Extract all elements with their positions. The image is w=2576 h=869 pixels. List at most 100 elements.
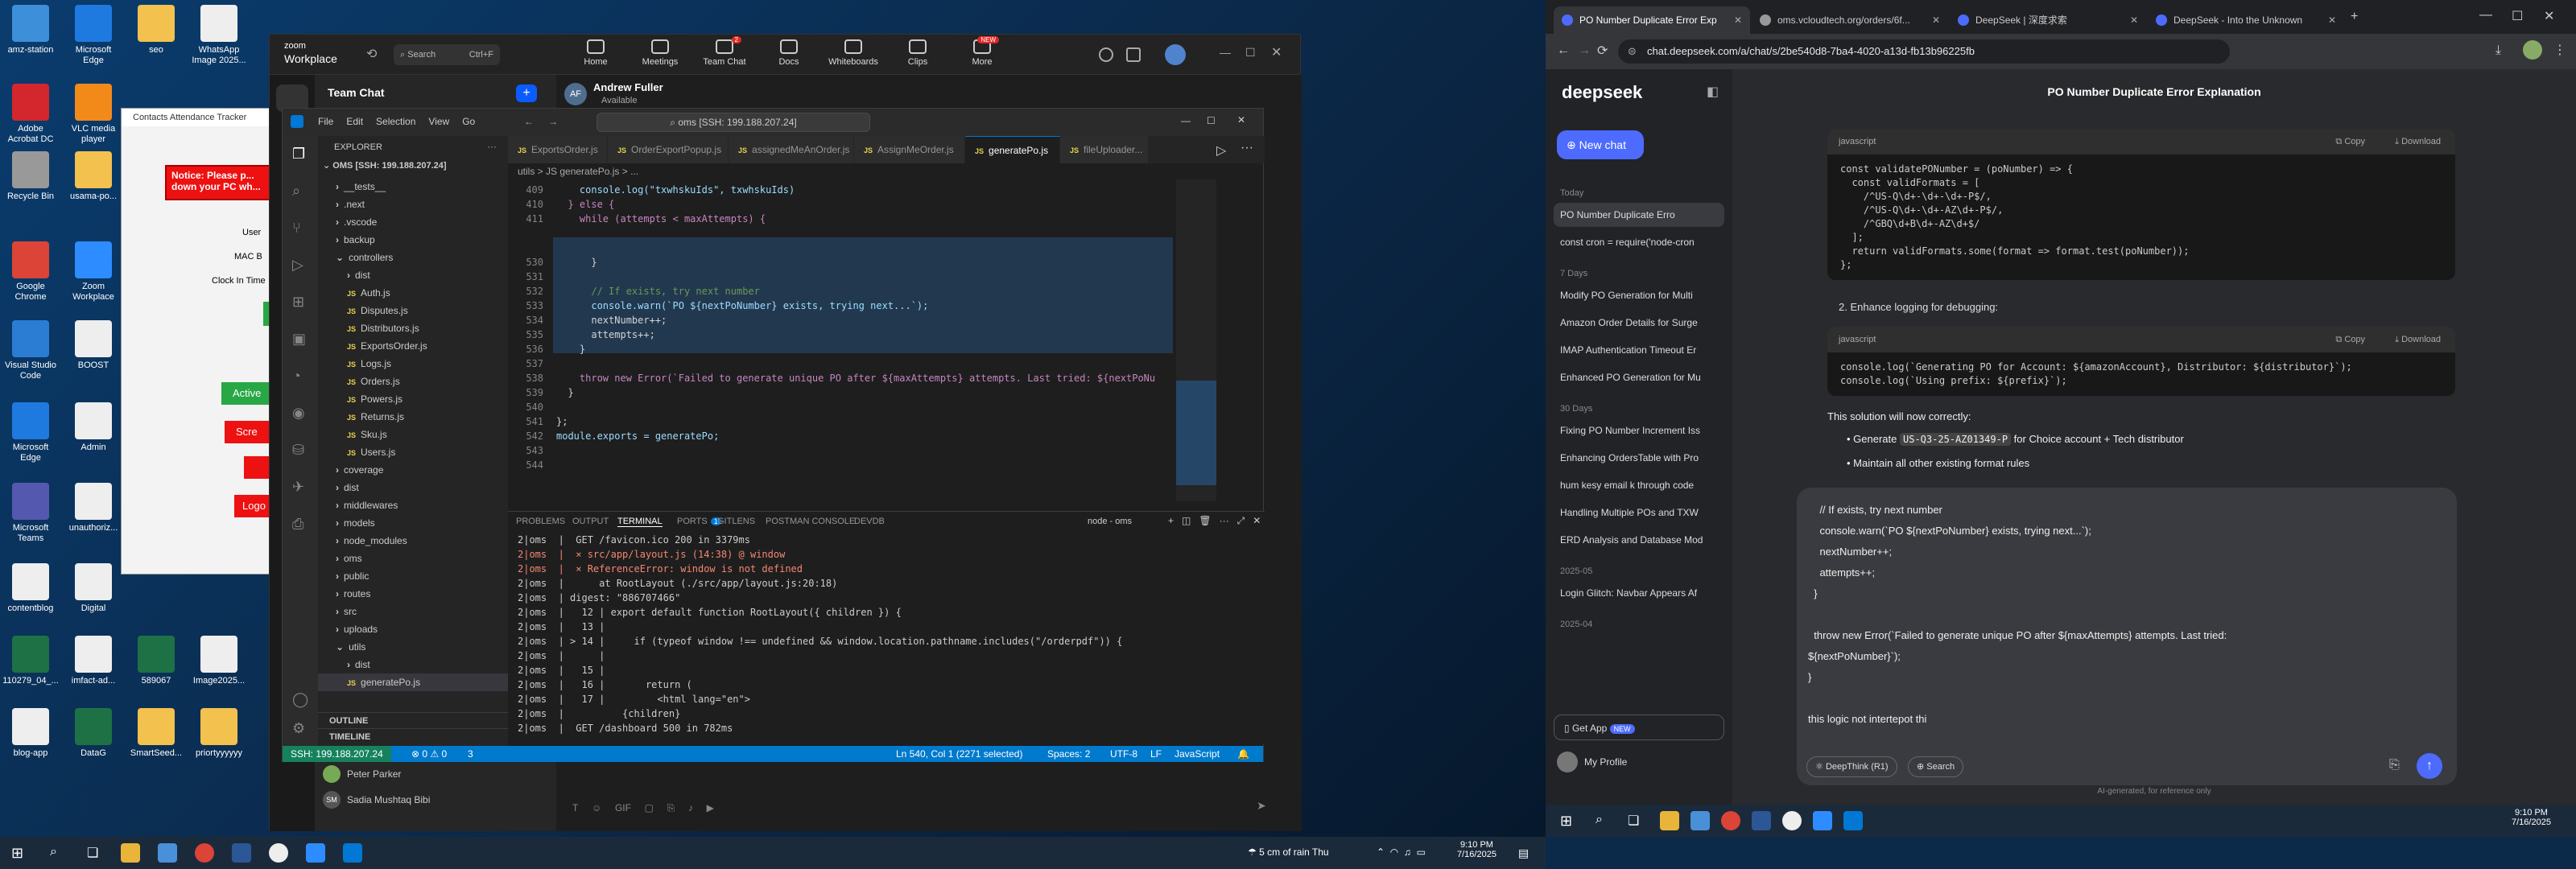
terminal-name[interactable]: node - oms [1088,517,1132,526]
desktop-icon[interactable]: Zoom Workplace [64,241,122,303]
copy-button[interactable]: ⧉ Copy [2335,129,2365,154]
folder-item[interactable]: ⌄ utils [318,638,508,656]
address-bar[interactable]: ⊜ chat.deepseek.com/a/chat/s/2be540d8-7b… [1618,39,2230,64]
clock[interactable]: 9:10 PM 7/16/2025 [1457,840,1496,859]
history-item[interactable]: Modify PO Generation for Multi [1554,283,1724,307]
text-format-icon[interactable]: T [572,802,578,813]
panel-tab-devdb[interactable]: DEVDB [854,517,885,526]
ports-count[interactable]: 3 [468,746,473,762]
profile-avatar[interactable] [2523,40,2542,60]
folder-item[interactable]: › .next [318,196,508,213]
desktop-icon[interactable]: VLC media player [64,84,122,145]
account-icon[interactable]: ◯ [292,691,308,708]
profile-avatar[interactable] [1557,752,1578,772]
search-toggle[interactable]: ⊕ Search [1908,756,1964,777]
folder-item[interactable]: › routes [318,585,508,603]
download-icon[interactable]: ⤓ [2496,43,2501,58]
browser-tab[interactable]: oms.vcloudtech.org/orders/6f... ✕ [1752,6,1948,34]
panel-tab-terminal[interactable]: TERMINAL [617,517,663,527]
file-item[interactable]: JS generatePo.js [318,673,508,691]
site-info-icon[interactable]: ⊜ [1628,39,1637,64]
battery-icon[interactable]: ▭ [1417,846,1426,858]
start-icon[interactable]: ⊞ [11,845,23,862]
outline-section[interactable]: OUTLINE [318,712,508,728]
gif-button[interactable]: GIF [615,802,631,813]
task-view-icon[interactable]: ❏ [87,845,98,861]
zoom-avatar[interactable] [1165,44,1186,65]
desktop-icon[interactable]: usama-po... [64,151,122,202]
chevron-up-icon[interactable]: ⌃ [1377,846,1385,858]
desktop-icon[interactable]: BOOST [64,320,122,371]
history-item[interactable]: hum kesy email k through code [1554,473,1724,497]
desktop-icon[interactable]: Microsoft Edge [64,5,122,66]
zoom-nav-team-chat[interactable]: Team Chat 2 [696,36,753,67]
copy-button[interactable]: ⧉ Copy [2335,327,2365,352]
maximize-icon[interactable]: ☐ [2512,8,2523,24]
history-item[interactable]: const cron = require('node-cron [1554,230,1724,254]
browser-tab[interactable]: DeepSeek - Into the Unknown ✕ [2148,6,2344,34]
breadcrumb[interactable]: utils > JS generatePo.js > ... [508,163,1265,179]
desktop-icon[interactable]: SmartSeed... [127,708,185,759]
minimize-icon[interactable]: — [1220,46,1231,59]
attach-icon[interactable]: ⎘ [2389,758,2400,772]
download-button[interactable]: ⤓ Download [2395,129,2441,154]
postman-icon[interactable]: ✈ [292,479,304,496]
folder-item[interactable]: › dist [318,266,508,284]
start-icon[interactable]: ⊞ [1560,813,1572,830]
desktop-icon[interactable]: unauthoriz... [64,483,122,533]
search-icon[interactable]: ⌕ [292,183,300,200]
file-item[interactable]: JS Distributors.js [318,319,508,337]
encoding[interactable]: UTF-8 [1110,746,1137,762]
indentation[interactable]: Spaces: 2 [1047,746,1090,762]
eol[interactable]: LF [1150,746,1162,762]
minimap-viewport[interactable] [1176,381,1216,485]
desktop-icon[interactable]: Microsoft Teams [2,483,60,544]
nav-back-icon[interactable]: ← [524,116,534,127]
folder-item[interactable]: › middlewares [318,496,508,514]
cursor-position[interactable]: Ln 540, Col 1 (2271 selected) [896,746,1022,762]
file-item[interactable]: JS Orders.js [318,373,508,390]
contact-name[interactable]: Andrew Fuller [593,81,663,93]
close-icon[interactable]: ✕ [2130,6,2138,34]
terminal-output[interactable]: 2|oms | GET /favicon.ico 200 in 3379ms 2|… [508,533,1265,742]
new-chat-button[interactable]: ⊕ New chat [1557,130,1644,159]
store-icon[interactable] [158,843,177,863]
maximize-panel-icon[interactable]: ⤢ [1237,515,1245,526]
desktop-icon[interactable]: contentblog [2,563,60,614]
folder-item[interactable]: › node_modules [318,532,508,550]
emoji-icon[interactable]: ☺ [592,802,601,813]
search-icon[interactable]: ⌕ [1596,813,1603,827]
close-icon[interactable]: ✕ [2544,8,2554,24]
file-explorer-icon[interactable] [121,843,140,863]
menu-selection[interactable]: Selection [376,116,415,127]
file-item[interactable]: JS Users.js [318,443,508,461]
explorer-icon[interactable]: ❐ [292,146,305,163]
explorer-root[interactable]: ⌄ OMS [SSH: 199.188.207.24] [323,160,447,171]
editor-tab[interactable]: JS generatePo.js [965,136,1060,163]
folder-item[interactable]: › uploads [318,620,508,638]
zoom-screen-icon[interactable] [1126,47,1141,62]
folder-item[interactable]: › .vscode [318,213,508,231]
maximize-icon[interactable]: ☐ [1207,115,1216,126]
store-icon[interactable] [1690,811,1710,830]
minimap[interactable] [1176,179,1216,501]
desktop-icon[interactable]: seo [127,5,185,56]
more-icon[interactable]: ··· [1241,141,1253,155]
app-icon[interactable] [1782,811,1802,830]
panel-tab-ports[interactable]: PORTS 1 [677,517,721,526]
run-debug-icon[interactable]: ▷ [292,257,303,274]
close-icon[interactable]: ✕ [1271,44,1282,60]
folder-item[interactable]: › public [318,567,508,585]
reload-icon[interactable]: ⟳ [1597,43,1608,59]
problems-count[interactable]: ⊗ 0 ⚠ 0 [411,746,447,762]
close-icon[interactable]: ✕ [1253,515,1261,526]
zoom-nav-more[interactable]: More NEW [954,36,1010,67]
history-item[interactable]: ERD Analysis and Database Mod [1554,528,1724,552]
folder-item[interactable]: › __tests__ [318,178,508,196]
search-icon[interactable]: ⌕ [50,845,57,859]
minimize-icon[interactable]: — [1181,115,1191,126]
history-item[interactable]: Fixing PO Number Increment Iss [1554,418,1724,443]
zoom-nav-meetings[interactable]: Meetings [632,39,688,67]
vscode-icon[interactable] [343,843,362,863]
code-editor[interactable]: 409 console.log("txwhskuIds", txwhskuIds… [508,179,1216,501]
